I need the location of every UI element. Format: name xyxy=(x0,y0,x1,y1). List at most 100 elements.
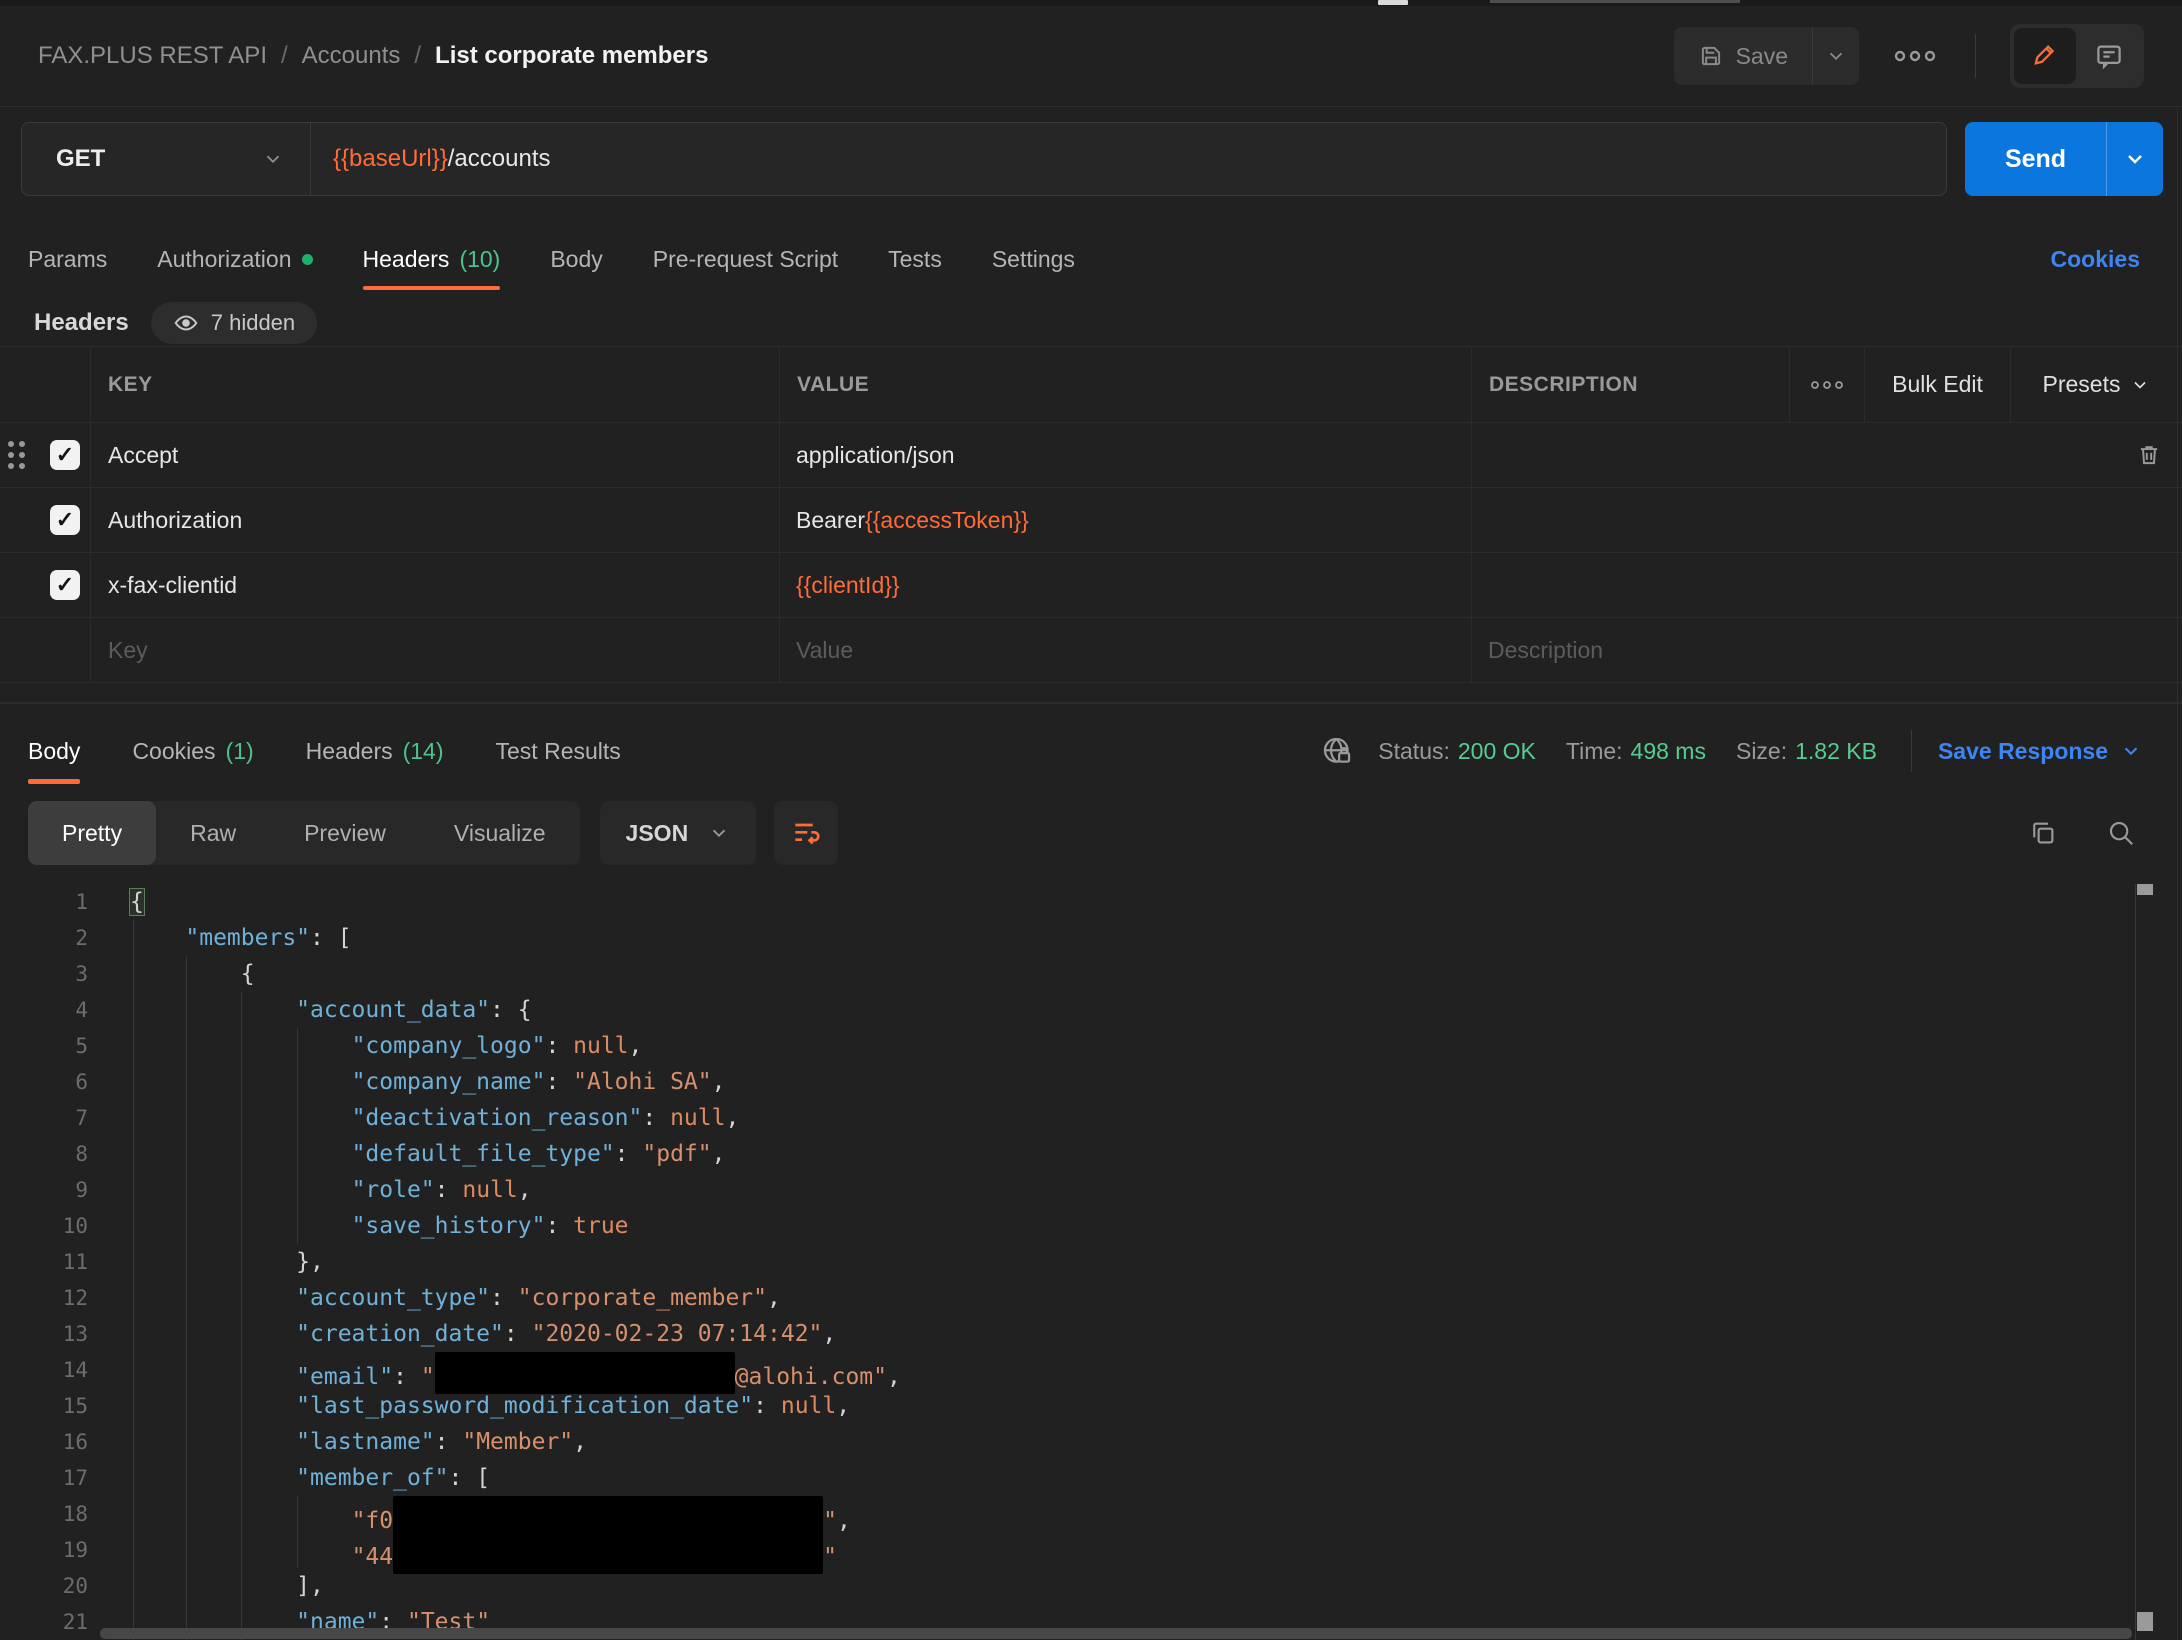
line-number: 17 xyxy=(0,1460,104,1496)
tab-authorization[interactable]: Authorization xyxy=(157,228,312,290)
presets-dropdown[interactable]: Presets xyxy=(2010,347,2182,422)
section-divider xyxy=(0,702,2182,704)
wrap-text-icon xyxy=(790,817,822,849)
tab-test-results[interactable]: Test Results xyxy=(496,714,621,788)
response-tabs: Body Cookies(1) Headers(14) Test Results xyxy=(28,714,621,788)
divider xyxy=(1911,730,1912,772)
method-select[interactable]: GET xyxy=(22,123,311,195)
save-options-button[interactable] xyxy=(1812,27,1859,85)
response-header: Body Cookies(1) Headers(14) Test Results… xyxy=(28,714,2142,788)
code-line: 16 "lastname": "Member", xyxy=(0,1424,2182,1460)
bulk-edit-button[interactable]: Bulk Edit xyxy=(1864,347,2010,422)
cookies-link[interactable]: Cookies xyxy=(2051,246,2140,273)
scrollbar-thumb[interactable] xyxy=(2137,1612,2153,1631)
tab-headers[interactable]: Headers(10) xyxy=(363,228,501,290)
row-select-cell: ✓ xyxy=(0,423,90,487)
tab-response-headers[interactable]: Headers(14) xyxy=(306,714,444,788)
view-visualize[interactable]: Visualize xyxy=(420,801,580,865)
chevron-down-icon xyxy=(2123,147,2147,171)
tab-settings[interactable]: Settings xyxy=(992,228,1075,290)
header-description-cell[interactable] xyxy=(1471,423,2182,487)
key-input-placeholder[interactable]: Key xyxy=(90,618,779,682)
network-info-icon[interactable] xyxy=(1320,734,1354,768)
breadcrumb-collection[interactable]: FAX.PLUS REST API xyxy=(38,42,267,70)
indent-guide xyxy=(297,1028,298,1244)
header-key-cell[interactable]: x-fax-clientid xyxy=(90,553,779,617)
save-button-group: Save xyxy=(1674,27,1859,85)
indent-guide xyxy=(186,956,187,1640)
postman-app: FAX.PLUS REST API / Accounts / List corp… xyxy=(0,0,2182,1640)
request-tabs: Params Authorization Headers(10) Body Pr… xyxy=(28,228,2140,290)
save-icon xyxy=(1698,43,1724,69)
tab-response-cookies[interactable]: Cookies(1) xyxy=(132,714,253,788)
tab-pre-request-script[interactable]: Pre-request Script xyxy=(653,228,838,290)
hidden-headers-toggle[interactable]: 7 hidden xyxy=(151,302,317,344)
row-checkbox-checked[interactable]: ✓ xyxy=(50,505,80,535)
trash-icon[interactable] xyxy=(2136,442,2162,468)
response-toolbar: Pretty Raw Preview Visualize JSON xyxy=(28,800,2136,866)
description-input-placeholder[interactable]: Description xyxy=(1471,618,2182,682)
header-description-cell[interactable] xyxy=(1471,553,2182,617)
tab-params[interactable]: Params xyxy=(28,228,107,290)
chevron-down-icon xyxy=(1825,45,1847,67)
copy-icon[interactable] xyxy=(2028,818,2058,848)
indent-guide xyxy=(297,1496,298,1568)
header-value-cell[interactable]: Bearer {{accessToken}} xyxy=(779,488,1471,552)
view-pretty[interactable]: Pretty xyxy=(28,801,156,865)
selection-column-header xyxy=(0,347,90,422)
format-dropdown[interactable]: JSON xyxy=(600,801,757,865)
code-line: 10 "save_history": true xyxy=(0,1208,2182,1244)
code-line: 6 "company_name": "Alohi SA", xyxy=(0,1064,2182,1100)
wrap-lines-button[interactable] xyxy=(774,801,838,865)
search-icon[interactable] xyxy=(2106,818,2136,848)
value-input-placeholder[interactable]: Value xyxy=(779,618,1471,682)
code-line: 8 "default_file_type": "pdf", xyxy=(0,1136,2182,1172)
table-row: ✓ Authorization Bearer {{accessToken}} xyxy=(0,488,2182,553)
line-number: 8 xyxy=(0,1136,104,1172)
table-more-options-button[interactable] xyxy=(1789,347,1864,422)
save-button[interactable]: Save xyxy=(1674,27,1812,85)
hidden-headers-label: 7 hidden xyxy=(211,310,295,336)
tab-response-body[interactable]: Body xyxy=(28,714,80,788)
indent-guide xyxy=(241,992,242,1640)
header-key-cell[interactable]: Accept xyxy=(90,423,779,487)
header-value-cell[interactable]: application/json xyxy=(779,423,1471,487)
drag-handle[interactable] xyxy=(8,441,25,469)
header-value-cell[interactable]: {{clientId}} xyxy=(779,553,1471,617)
variable-token: {{clientId}} xyxy=(796,572,900,599)
row-checkbox-checked[interactable]: ✓ xyxy=(50,570,80,600)
table-row: ✓ x-fax-clientid {{clientId}} xyxy=(0,553,2182,618)
tab-tests[interactable]: Tests xyxy=(888,228,942,290)
line-number: 1 xyxy=(0,884,104,920)
view-preview[interactable]: Preview xyxy=(270,801,420,865)
line-number: 12 xyxy=(0,1280,104,1316)
row-checkbox-checked[interactable]: ✓ xyxy=(50,440,80,470)
save-button-label: Save xyxy=(1736,43,1788,70)
breadcrumb-separator: / xyxy=(414,42,421,70)
code-line: 9 "role": null, xyxy=(0,1172,2182,1208)
save-response-button[interactable]: Save Response xyxy=(1938,738,2142,765)
send-button[interactable]: Send xyxy=(1965,122,2106,196)
tab-body[interactable]: Body xyxy=(550,228,602,290)
horizontal-scrollbar[interactable] xyxy=(100,1628,2132,1639)
code-line: 11 }, xyxy=(0,1244,2182,1280)
value-column-header: VALUE xyxy=(779,347,1471,422)
code-line: 15 "last_password_modification_date": nu… xyxy=(0,1388,2182,1424)
comments-button[interactable] xyxy=(2078,28,2140,84)
view-raw[interactable]: Raw xyxy=(156,801,270,865)
header-description-cell[interactable] xyxy=(1471,488,2182,552)
code-line: 20 ], xyxy=(0,1568,2182,1604)
breadcrumb-folder[interactable]: Accounts xyxy=(302,42,401,70)
more-actions-button[interactable] xyxy=(1893,48,1937,64)
header-key-cell[interactable]: Authorization xyxy=(90,488,779,552)
variable-token: {{accessToken}} xyxy=(865,507,1029,534)
line-number: 19 xyxy=(0,1532,104,1568)
url-input[interactable]: {{baseUrl}}/accounts xyxy=(311,123,1946,195)
request-url-container: GET {{baseUrl}}/accounts xyxy=(21,122,1947,196)
send-options-button[interactable] xyxy=(2106,122,2163,196)
edit-mode-button[interactable] xyxy=(2014,28,2076,84)
response-meta: Status: 200 OK Time: 498 ms Size: 1.82 K… xyxy=(1320,730,2142,772)
scrollbar-thumb[interactable] xyxy=(2137,884,2153,895)
code-line: 1{ xyxy=(0,884,2182,920)
chrome-tab-fragment xyxy=(1490,0,1740,3)
